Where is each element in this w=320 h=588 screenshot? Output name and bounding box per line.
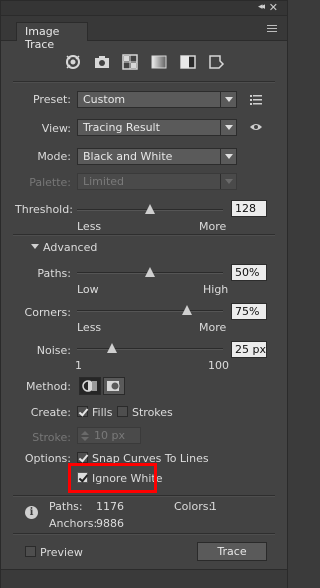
preset-manager-icon[interactable]: [250, 94, 262, 105]
stroke-label: Stroke:: [32, 431, 71, 444]
outline-icon[interactable]: [206, 52, 226, 72]
stats-paths-value: 1176: [96, 500, 124, 513]
mode-select[interactable]: Black and White: [77, 148, 237, 165]
chevron-down-icon: [220, 92, 236, 107]
threshold-slider[interactable]: [77, 204, 223, 215]
palette-value: Limited: [83, 175, 125, 188]
slider-thumb[interactable]: [145, 204, 156, 214]
fills-label: Fills: [92, 406, 113, 419]
tab-image-trace[interactable]: Image Trace: [16, 22, 88, 51]
grayscale-icon[interactable]: [149, 52, 169, 72]
chevron-down-icon: [220, 120, 236, 135]
snap-curves-checkbox[interactable]: [77, 452, 88, 463]
slider-track: [77, 348, 223, 350]
threshold-min-label: Less: [77, 220, 102, 233]
stroke-value: 10 px: [94, 429, 125, 442]
advanced-label: Advanced: [43, 241, 98, 254]
noise-input[interactable]: 25 px: [231, 341, 267, 358]
abutting-icon: [82, 380, 97, 392]
eye-icon[interactable]: [249, 122, 263, 132]
method-abutting-button[interactable]: [79, 377, 101, 395]
stats-colors-label: Colors:: [174, 500, 213, 513]
paths-slider[interactable]: [77, 267, 223, 278]
collapse-icon[interactable]: ◂◂: [258, 2, 265, 12]
preview-checkbox[interactable]: [25, 546, 36, 557]
stats-paths-label: Paths:: [49, 500, 83, 513]
chevron-down-icon: [220, 149, 236, 164]
threshold-label: Threshold:: [15, 203, 73, 216]
stats-anchors-label: Anchors:: [49, 517, 98, 530]
info-icon: i: [25, 506, 38, 519]
noise-min-label: 1: [75, 359, 82, 372]
noise-max-label: 100: [208, 359, 229, 372]
preset-label: Preset:: [32, 93, 71, 106]
paths-input[interactable]: 50%: [231, 264, 267, 281]
strokes-label: Strokes: [132, 406, 173, 419]
mode-value: Black and White: [83, 150, 173, 163]
noise-slider[interactable]: [77, 343, 223, 354]
corners-label: Corners:: [24, 306, 71, 319]
method-label: Method:: [26, 380, 71, 393]
stats-anchors-value: 9886: [96, 517, 124, 530]
divider: [13, 495, 275, 497]
stroke-field: 10 px: [77, 427, 141, 444]
palette-label: Palette:: [29, 176, 71, 189]
disclosure-triangle-icon: [31, 244, 39, 249]
divider: [13, 81, 275, 83]
divider: [13, 533, 275, 535]
slider-thumb[interactable]: [107, 343, 118, 353]
slider-thumb[interactable]: [181, 305, 192, 315]
view-label: View:: [41, 122, 71, 135]
corners-slider[interactable]: [77, 305, 223, 316]
panel-status-bar: [1, 569, 287, 588]
corners-min-label: Less: [77, 321, 102, 334]
panel-menu-icon[interactable]: [267, 25, 277, 33]
view-value: Tracing Result: [83, 121, 160, 134]
paths-min-label: Low: [77, 283, 99, 296]
view-select[interactable]: Tracing Result: [77, 119, 237, 136]
paths-label: Paths:: [37, 267, 71, 280]
threshold-input[interactable]: 128: [231, 200, 267, 217]
grid-icon[interactable]: [120, 52, 140, 72]
create-label: Create:: [30, 406, 71, 419]
stats-colors-value: 1: [210, 500, 217, 513]
mode-label: Mode:: [37, 150, 71, 163]
trace-button[interactable]: Trace: [197, 542, 267, 561]
panel-title-bar: ◂◂ ✕: [1, 1, 287, 16]
overlapping-icon: [107, 381, 120, 391]
auto-color-icon[interactable]: [63, 52, 83, 72]
palette-select: Limited: [77, 173, 237, 190]
preset-icons-toolbar: [1, 49, 287, 75]
tab-row: Image Trace: [1, 16, 287, 51]
chevron-down-icon: [220, 174, 236, 189]
stepper-icon: [81, 431, 89, 441]
preset-value: Custom: [83, 93, 126, 106]
close-icon[interactable]: ✕: [269, 1, 278, 14]
paths-max-label: High: [203, 283, 229, 296]
fills-checkbox[interactable]: [77, 406, 88, 417]
slider-track: [77, 310, 223, 312]
divider: [13, 234, 275, 236]
image-trace-panel: ◂◂ ✕ Image Trace Preset: Custom View: Tr…: [0, 0, 288, 588]
highlight-box: [68, 463, 157, 493]
options-label: Options:: [24, 452, 71, 465]
preset-select[interactable]: Custom: [77, 91, 237, 108]
corners-max-label: More: [199, 321, 227, 334]
preview-label: Preview: [40, 546, 83, 559]
corners-input[interactable]: 75%: [231, 303, 267, 320]
strokes-checkbox[interactable]: [117, 406, 128, 417]
camera-icon[interactable]: [92, 52, 112, 72]
half-square-icon[interactable]: [178, 52, 198, 72]
method-overlapping-button[interactable]: [103, 377, 125, 395]
threshold-max-label: More: [199, 220, 227, 233]
noise-label: Noise:: [36, 344, 71, 357]
slider-thumb[interactable]: [145, 267, 155, 277]
